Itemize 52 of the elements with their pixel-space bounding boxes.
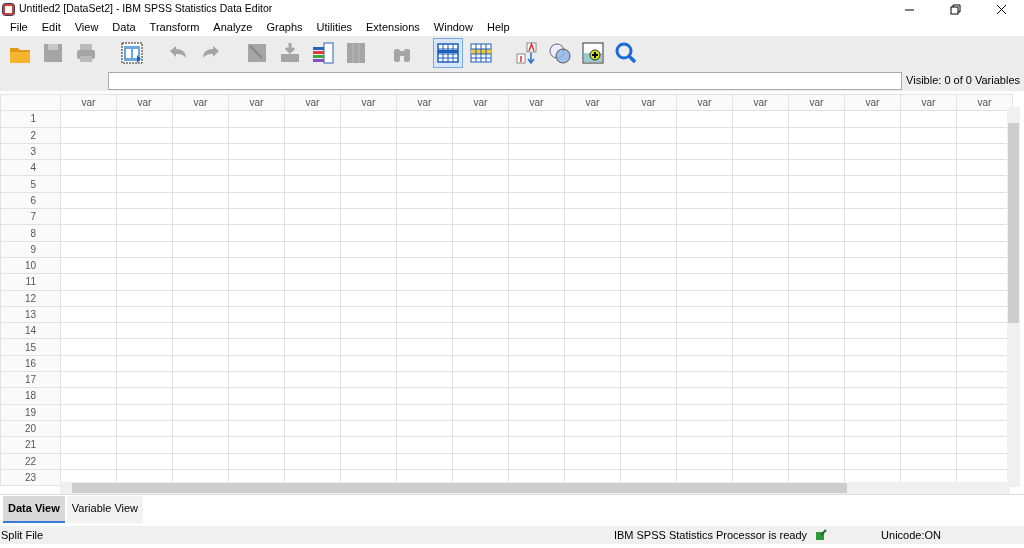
close-icon[interactable] (995, 3, 1007, 15)
column-header[interactable]: var (116, 94, 173, 111)
column-header[interactable]: var (396, 94, 453, 111)
view-tab[interactable]: Data View (3, 496, 65, 523)
menu-item[interactable]: Data (105, 18, 143, 36)
circles-icon (548, 41, 572, 65)
column-header[interactable]: var (60, 94, 117, 111)
search-icon (614, 41, 638, 65)
menu-item[interactable]: Transform (142, 18, 207, 36)
app-icon (2, 2, 15, 16)
column-header[interactable]: var (788, 94, 845, 111)
status-text: Split File (1, 527, 44, 543)
status-text: IBM SPSS Statistics Processor is ready (613, 527, 808, 543)
window-title: Untitled2 [DataSet2] - IBM SPSS Statistics Data Editor (19, 1, 273, 17)
cell-editor-field[interactable] (108, 71, 903, 90)
grid-download-icon (278, 41, 302, 65)
view-tab[interactable]: Variable View (66, 496, 144, 523)
column-header[interactable]: var (564, 94, 621, 111)
processor-icon (815, 529, 828, 541)
menu-item[interactable]: Analyze (206, 18, 260, 36)
visible-count: Visible: 0 of 0 Variables (905, 73, 1021, 89)
menu-item[interactable]: View (67, 18, 106, 36)
column-header[interactable]: var (452, 94, 509, 111)
status-text: Unicode:ON (881, 527, 941, 543)
column-header[interactable]: var (172, 94, 229, 111)
column-header[interactable]: var (956, 94, 1013, 111)
table-icon (436, 41, 460, 65)
column-header[interactable]: var (620, 94, 677, 111)
column-header[interactable]: var (676, 94, 733, 111)
column-header[interactable]: var (900, 94, 957, 111)
horizontal-scrollbar[interactable] (60, 482, 1010, 494)
column-header[interactable]: var (340, 94, 397, 111)
menu-item[interactable]: Extensions (359, 18, 427, 36)
menu-item[interactable]: Utilities (309, 18, 359, 36)
menu-item[interactable]: Help (479, 18, 517, 36)
menu-item[interactable]: File (3, 18, 35, 36)
column-header[interactable]: var (844, 94, 901, 111)
restore-icon[interactable] (949, 3, 961, 15)
value-labels-icon (515, 41, 539, 65)
menu-item[interactable]: Window (426, 18, 480, 36)
column-header[interactable]: var (508, 94, 565, 111)
menu-item[interactable]: Edit (34, 18, 68, 36)
menu-item[interactable]: Graphs (259, 18, 310, 36)
printer-icon (74, 41, 98, 65)
table-icon (469, 41, 493, 65)
colored-list-icon (311, 41, 335, 65)
toolbar-button[interactable] (433, 38, 463, 68)
column-header[interactable]: var (284, 94, 341, 111)
vertical-scrollbar[interactable] (1007, 107, 1020, 487)
column-header[interactable]: var (228, 94, 285, 111)
column-header[interactable]: var (732, 94, 789, 111)
image-plus-icon (581, 41, 605, 65)
